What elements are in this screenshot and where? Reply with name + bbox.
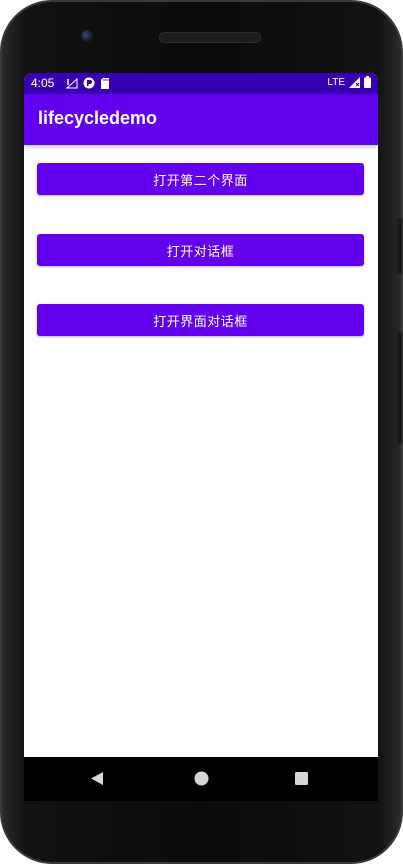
- status-time: 4:05: [31, 76, 55, 90]
- open-second-screen-button[interactable]: 打开第二个界面: [37, 163, 364, 195]
- front-camera-icon: [81, 30, 93, 42]
- battery-icon: [364, 76, 371, 88]
- power-button: [397, 218, 402, 274]
- device-screen: 4:05 LTE lifecycledemo 打开第二个界面 打开对话框 打开界…: [24, 73, 378, 757]
- app-notification-icon: [83, 77, 95, 89]
- app-title: lifecycledemo: [38, 108, 158, 128]
- recents-square-icon[interactable]: [295, 772, 308, 785]
- navigation-bar: [24, 757, 378, 801]
- earpiece-speaker: [159, 32, 261, 43]
- home-circle-icon[interactable]: [194, 771, 209, 786]
- no-signal-icon: [66, 77, 78, 88]
- status-bar: 4:05 LTE: [24, 73, 378, 94]
- network-type-label: LTE: [327, 76, 345, 88]
- app-toolbar: lifecycledemo: [24, 94, 378, 145]
- open-screen-dialog-button[interactable]: 打开界面对话框: [37, 304, 364, 336]
- back-triangle-icon[interactable]: [90, 771, 104, 786]
- volume-button: [397, 332, 402, 444]
- status-notification-icons: [66, 77, 110, 89]
- open-dialog-button[interactable]: 打开对话框: [37, 234, 364, 266]
- signal-strength-icon: [349, 76, 360, 88]
- sd-card-icon: [101, 77, 109, 89]
- status-system-icons: LTE: [327, 76, 371, 88]
- device-frame: 4:05 LTE lifecycledemo 打开第二个界面 打开对话框 打开界…: [0, 0, 403, 864]
